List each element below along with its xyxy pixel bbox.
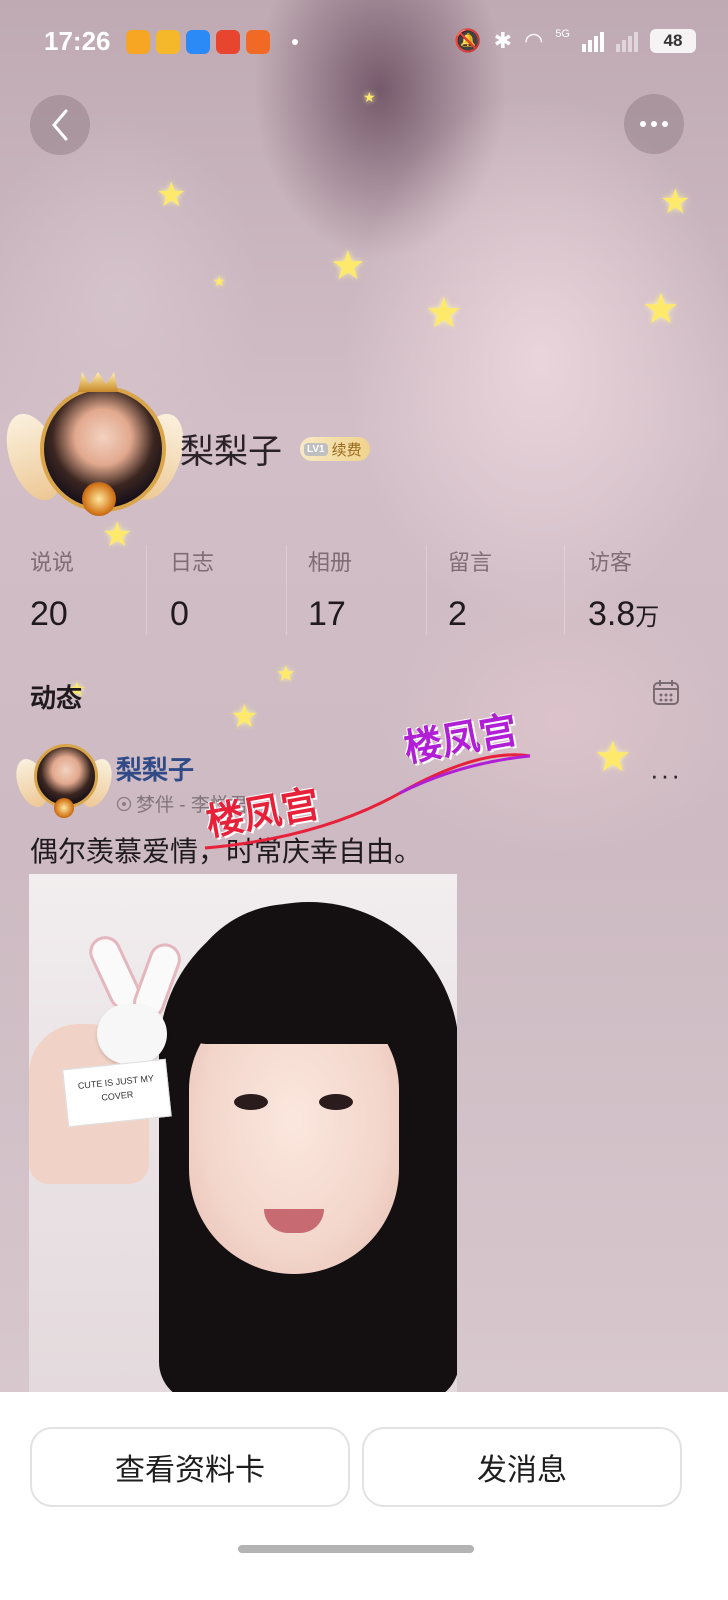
chevron-left-icon: [52, 109, 68, 141]
qq-browser-icon: [186, 30, 210, 54]
stat-value: 17: [308, 595, 346, 633]
stat-album[interactable]: 相册 17: [308, 545, 438, 634]
bluetooth-icon: ✱: [493, 28, 513, 53]
calendar-icon[interactable]: [652, 678, 680, 706]
star-icon: ★: [363, 89, 376, 105]
bilibili-icon: [156, 30, 180, 54]
home-indicator[interactable]: [238, 1545, 474, 1553]
stat-messages[interactable]: 留言 2: [448, 545, 578, 634]
app-icon: [216, 30, 240, 54]
stat-unit: 万: [635, 604, 660, 631]
feed-title: 动态: [30, 683, 83, 713]
signal-icon: [582, 30, 604, 52]
stat-label: 说说: [30, 550, 75, 575]
network-type-label: 5G: [555, 28, 570, 40]
post-author-name[interactable]: 梨梨子: [116, 750, 194, 787]
stat-shuoshuo[interactable]: 说说 20: [30, 545, 160, 634]
stat-label: 日志: [170, 550, 215, 575]
star-icon: ★: [594, 733, 632, 780]
post-more-button[interactable]: ···: [650, 760, 682, 791]
avatar-frame-gem: [54, 798, 74, 818]
star-icon: ★: [230, 698, 259, 734]
stat-blog[interactable]: 日志 0: [170, 545, 300, 634]
status-time: 17:26: [44, 26, 111, 56]
stat-label: 访客: [588, 550, 633, 575]
more-options-button[interactable]: [624, 94, 684, 154]
vip-renew-label: 续费: [331, 441, 362, 459]
vip-level: LV1: [304, 442, 328, 456]
photo-bunny-toy: [69, 930, 186, 1064]
stats-row: 说说 20 日志 0 相册 17 留言 2 访客 3.8万: [0, 545, 728, 640]
avatar-frame-crown: [78, 372, 118, 392]
wifi-icon: ◠: [524, 28, 544, 53]
stat-value: 2: [448, 595, 467, 633]
back-button[interactable]: [30, 95, 90, 155]
post-author-avatar[interactable]: [10, 738, 118, 826]
star-icon: ★: [276, 661, 296, 686]
stat-label: 相册: [308, 550, 353, 575]
star-icon: ★: [642, 285, 680, 332]
star-icon: ★: [660, 183, 691, 221]
status-bar: 17:26 🔕 ✱ ◠ 5G 48: [0, 20, 728, 68]
avatar-frame-gem: [82, 482, 116, 516]
star-icon: ★: [425, 289, 463, 336]
profile-avatar[interactable]: [0, 370, 194, 536]
notification-icons: [126, 30, 298, 54]
photo-eye: [319, 1094, 353, 1110]
stat-divider: [146, 545, 147, 635]
stat-value: 0: [170, 595, 189, 633]
mute-icon: 🔕: [454, 28, 482, 53]
weibo-icon: [126, 30, 150, 54]
photo-card-text: CUTE IS JUST MY COVER: [62, 1058, 172, 1128]
battery-icon: 48: [650, 29, 696, 53]
view-profile-card-button[interactable]: 查看资料卡: [30, 1427, 350, 1507]
more-horizontal-icon: [640, 121, 668, 127]
star-icon: ★: [330, 244, 366, 288]
stat-visitors[interactable]: 访客 3.8万: [588, 545, 718, 634]
star-icon: ★: [213, 273, 226, 289]
stat-label: 留言: [448, 550, 493, 575]
post-image[interactable]: CUTE IS JUST MY COVER: [29, 874, 457, 1394]
profile-name: 梨梨子: [180, 433, 282, 471]
stat-divider: [286, 545, 287, 635]
xianyu-icon: [246, 30, 270, 54]
more-notifications-dot: [292, 39, 298, 45]
stat-value: 3.8万: [588, 595, 660, 633]
star-icon: ★: [156, 176, 187, 214]
vip-badge[interactable]: LV1 续费: [300, 437, 370, 461]
bottom-action-bar: 查看资料卡 发消息: [0, 1392, 728, 1600]
stat-divider: [564, 545, 565, 635]
system-icons: 🔕 ✱ ◠ 5G 48: [454, 28, 696, 54]
stat-divider: [426, 545, 427, 635]
photo-eye: [234, 1094, 268, 1110]
signal-secondary-icon: [616, 30, 638, 52]
send-message-button[interactable]: 发消息: [362, 1427, 682, 1507]
music-icon: [116, 796, 132, 811]
stat-value: 20: [30, 595, 68, 633]
